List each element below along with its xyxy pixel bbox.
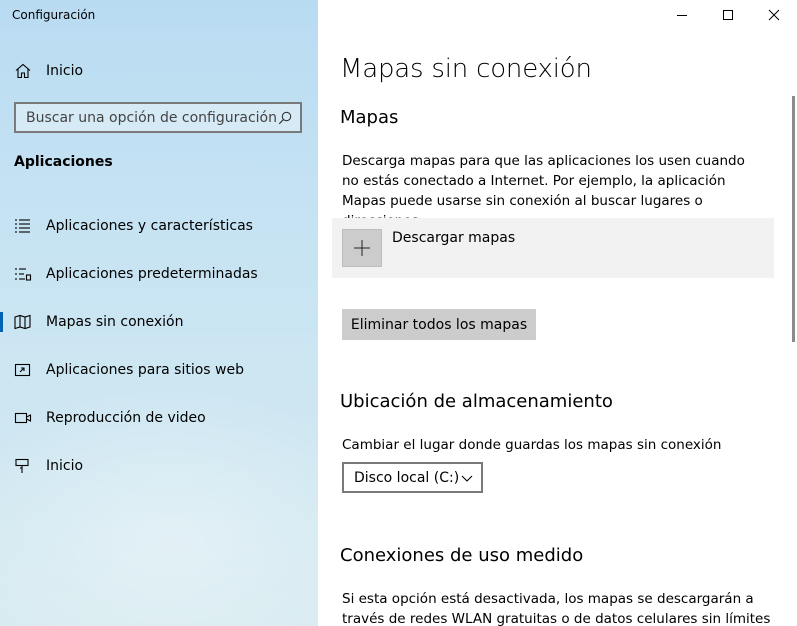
apps-features-icon	[15, 219, 30, 233]
download-maps-row[interactable]: Descargar mapas	[332, 218, 774, 278]
minimize-button[interactable]	[659, 0, 705, 30]
sidebar-item-label: Mapas sin conexión	[46, 314, 184, 330]
sidebar-item-label: Aplicaciones predeterminadas	[46, 266, 258, 282]
sidebar-home[interactable]: Inicio	[14, 59, 83, 83]
window-title: Configuración	[12, 8, 96, 22]
metered-description: Si esta opción está desactivada, los map…	[342, 591, 771, 626]
sidebar: Configuración Inicio Aplicaciones Aplica…	[0, 0, 318, 626]
metered-heading: Conexiones de uso medido	[340, 545, 584, 566]
video-playback-icon	[14, 412, 32, 424]
sidebar-item-label: Inicio	[46, 458, 84, 474]
home-icon	[15, 63, 31, 79]
offline-maps-icon	[14, 314, 31, 330]
section-heading: Aplicaciones	[14, 154, 113, 170]
close-button[interactable]	[751, 0, 797, 30]
minimize-icon	[677, 15, 687, 16]
sidebar-item-apps-websites[interactable]: Aplicaciones para sitios web	[0, 346, 318, 394]
main-content: Mapas sin conexión Mapas Descarga mapas …	[318, 0, 797, 626]
storage-description: Cambiar el lugar donde guardas los mapas…	[342, 437, 722, 453]
sidebar-home-label: Inicio	[46, 63, 84, 79]
maps-heading: Mapas	[340, 107, 399, 128]
default-apps-icon	[15, 268, 32, 281]
sidebar-item-apps-features[interactable]: Aplicaciones y características	[0, 202, 318, 250]
storage-location-value: Disco local (C:)	[354, 469, 460, 486]
sidebar-item-offline-maps[interactable]: Mapas sin conexión	[0, 298, 318, 346]
storage-location-select[interactable]: Disco local (C:)	[342, 462, 483, 493]
sidebar-item-video-playback[interactable]: Reproducción de video	[0, 394, 318, 442]
download-maps-label: Descargar mapas	[392, 230, 516, 246]
sidebar-item-label: Aplicaciones para sitios web	[46, 362, 244, 378]
plus-icon	[354, 240, 370, 256]
window-controls	[659, 0, 797, 30]
sidebar-item-default-apps[interactable]: Aplicaciones predeterminadas	[0, 250, 318, 298]
search-box[interactable]	[14, 102, 302, 133]
startup-icon	[15, 458, 29, 473]
search-icon[interactable]	[278, 111, 292, 125]
delete-all-maps-button[interactable]: Eliminar todos los mapas	[342, 309, 536, 340]
sidebar-item-label: Aplicaciones y características	[46, 218, 253, 234]
maximize-button[interactable]	[705, 0, 751, 30]
search-input[interactable]	[26, 109, 276, 126]
apps-websites-icon	[14, 363, 31, 377]
sidebar-item-startup[interactable]: Inicio	[0, 442, 318, 490]
close-icon	[768, 9, 780, 21]
scrollbar[interactable]	[792, 96, 795, 342]
chevron-down-icon	[461, 475, 473, 482]
sidebar-item-label: Reproducción de video	[46, 410, 206, 426]
storage-heading: Ubicación de almacenamiento	[340, 391, 613, 412]
sidebar-nav: Aplicaciones y características Aplicacio…	[0, 202, 318, 490]
page-title: Mapas sin conexión	[340, 54, 592, 84]
download-maps-button[interactable]	[342, 229, 382, 267]
maximize-icon	[723, 10, 733, 20]
